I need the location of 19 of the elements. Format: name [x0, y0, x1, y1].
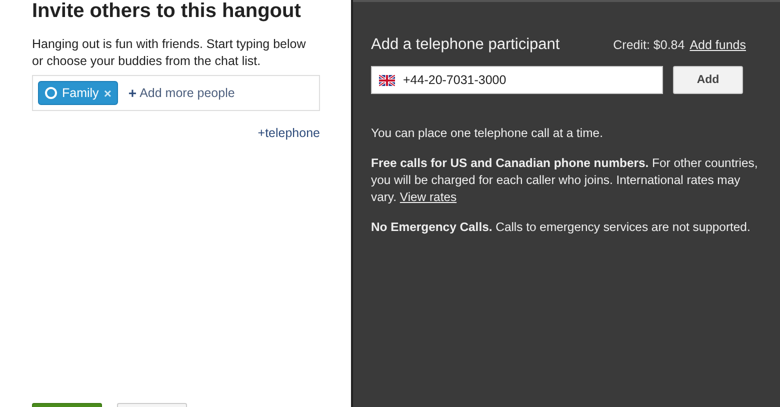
description: Hanging out is fun with friends. Start typing below or choose your buddies from the chat list.: [32, 36, 307, 70]
info-text: You can place one telephone call at a time.: [371, 125, 604, 142]
invite-field[interactable]: Family × + Add more people: [32, 75, 320, 111]
section-title: Add a telephone participant: [371, 36, 560, 54]
info-text: Free calls for US and Canadian phone numbers. For other countries, you will be charged for each caller who joins. International rates may vary. View rates: [371, 155, 759, 206]
view-rates-link[interactable]: View rates: [400, 190, 457, 204]
info-text: No Emergency Calls. Calls to emergency services are not supported.: [371, 219, 752, 236]
dialog-title: Invite others to this hangout: [32, 0, 302, 22]
telephone-link[interactable]: +telephone: [258, 126, 320, 140]
flag-icon: [379, 75, 395, 86]
phone-number-field[interactable]: +44-20-7031-3000: [371, 66, 663, 94]
credit-balance: Credit: $0.84: [613, 38, 685, 52]
chip-label: Family: [62, 86, 99, 100]
add-funds-link[interactable]: Add funds: [690, 38, 746, 52]
add-button[interactable]: Add: [673, 66, 743, 94]
plus-icon: +: [128, 85, 137, 101]
add-people-label: Add more people: [140, 86, 235, 100]
add-people-link[interactable]: + Add more people: [128, 85, 235, 101]
circle-icon: [45, 87, 57, 99]
